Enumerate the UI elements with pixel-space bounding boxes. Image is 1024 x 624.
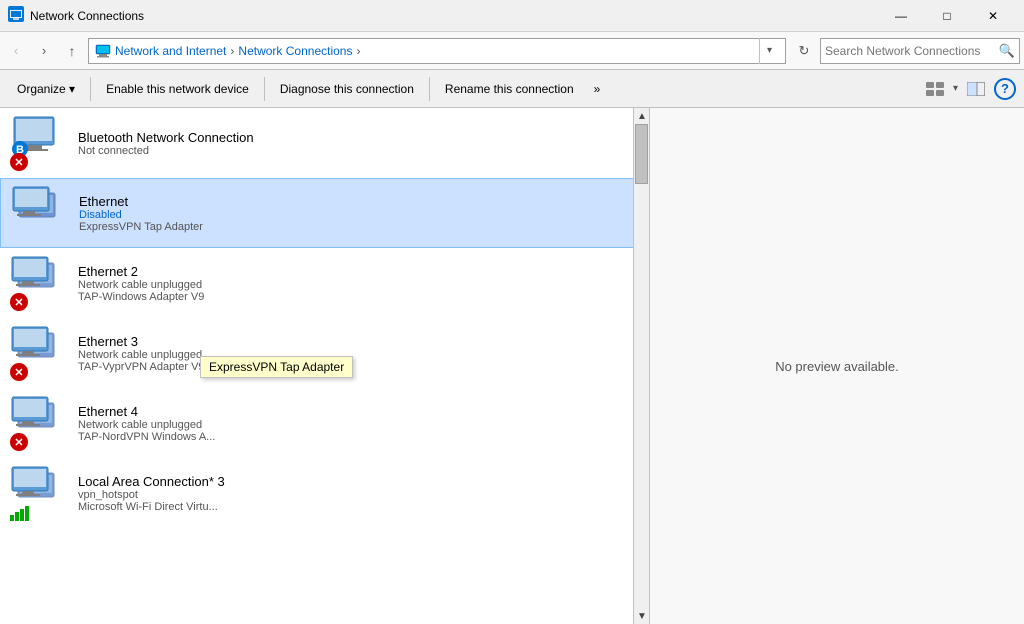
connection-info-ethernet2: Ethernet 2 Network cable unplugged TAP-W… xyxy=(78,264,639,303)
scroll-down-button[interactable]: ▼ xyxy=(634,608,650,624)
toolbar-separator-1 xyxy=(90,77,91,101)
breadcrumb-network-connections[interactable]: Network Connections xyxy=(238,44,352,58)
view-options-button[interactable] xyxy=(921,75,949,103)
help-button[interactable]: ? xyxy=(994,78,1016,100)
connection-name-ethernet2: Ethernet 2 xyxy=(78,264,639,279)
breadcrumb-dropdown[interactable]: ▾ xyxy=(759,38,779,64)
main-content: B ✕ Bluetooth Network Connection Not con… xyxy=(0,108,1024,624)
back-button[interactable]: ‹ xyxy=(4,39,28,63)
title-bar: Network Connections — □ ✕ xyxy=(0,0,1024,32)
breadcrumb-icon xyxy=(95,43,111,59)
tooltip: ExpressVPN Tap Adapter xyxy=(200,356,353,378)
ethernet3-icon-container: ✕ xyxy=(10,325,66,381)
scrollbar: ▲ ▼ xyxy=(633,108,649,624)
scroll-thumb[interactable] xyxy=(635,124,648,184)
window-title: Network Connections xyxy=(30,9,878,23)
error-badge: ✕ xyxy=(10,153,28,171)
connection-status-local-area: vpn_hotspot xyxy=(78,489,639,501)
connection-status-ethernet3: Network cable unplugged xyxy=(78,349,639,361)
bluetooth-computer-icon: B xyxy=(10,115,58,155)
connection-status-ethernet2: Network cable unplugged xyxy=(78,279,639,291)
breadcrumb-network-internet[interactable]: Network and Internet xyxy=(115,44,226,58)
error-badge-2: ✕ xyxy=(10,293,28,311)
forward-button[interactable]: › xyxy=(32,39,56,63)
diagnose-connection-button[interactable]: Diagnose this connection xyxy=(271,75,423,103)
connection-status-ethernet4: Network cable unplugged xyxy=(78,419,639,431)
connection-item-bluetooth[interactable]: B ✕ Bluetooth Network Connection Not con… xyxy=(0,108,649,178)
minimize-button[interactable]: — xyxy=(878,0,924,32)
ethernet2-icon-container: ✕ xyxy=(10,255,66,311)
connection-item-ethernet2[interactable]: ✕ Ethernet 2 Network cable unplugged TAP… xyxy=(0,248,649,318)
window-icon xyxy=(8,6,24,25)
connection-adapter-ethernet2: TAP-Windows Adapter V9 xyxy=(78,291,639,303)
toolbar-separator-2 xyxy=(264,77,265,101)
view-arrow: ▾ xyxy=(953,83,958,94)
ethernet-computer-icon xyxy=(11,185,63,229)
search-box: 🔍 xyxy=(820,38,1020,64)
up-button[interactable]: ↑ xyxy=(60,39,84,63)
error-badge-3: ✕ xyxy=(10,363,28,381)
bluetooth-icon-container: B ✕ xyxy=(10,115,66,171)
connection-adapter-ethernet: ExpressVPN Tap Adapter xyxy=(79,221,638,233)
search-input[interactable] xyxy=(825,44,999,58)
connection-item-local-area[interactable]: Local Area Connection* 3 vpn_hotspot Mic… xyxy=(0,458,649,528)
breadcrumb-sep-1: › xyxy=(230,44,234,58)
ethernet4-icon-container: ✕ xyxy=(10,395,66,451)
maximize-button[interactable]: □ xyxy=(924,0,970,32)
error-badge-4: ✕ xyxy=(10,433,28,451)
connection-name-local-area: Local Area Connection* 3 xyxy=(78,474,639,489)
scroll-track xyxy=(634,124,649,608)
connection-status-ethernet: Disabled xyxy=(79,209,638,221)
connection-status-bluetooth: Not connected xyxy=(78,145,639,157)
right-panel: No preview available. xyxy=(650,108,1024,624)
connection-adapter-local-area: Microsoft Wi-Fi Direct Virtu... xyxy=(78,501,639,513)
toolbar-right: ▾ ? xyxy=(921,75,1016,103)
connection-name-bluetooth: Bluetooth Network Connection xyxy=(78,130,639,145)
connection-adapter-ethernet3: TAP-VyprVPN Adapter V9 xyxy=(78,361,639,373)
connection-item-ethernet[interactable]: Ethernet Disabled ExpressVPN Tap Adapter xyxy=(0,178,649,248)
tooltip-text: ExpressVPN Tap Adapter xyxy=(209,360,344,374)
toolbar: Organize ▾ Enable this network device Di… xyxy=(0,70,1024,108)
connection-name-ethernet3: Ethernet 3 xyxy=(78,334,639,349)
connection-info-ethernet4: Ethernet 4 Network cable unplugged TAP-N… xyxy=(78,404,639,443)
search-icon[interactable]: 🔍 xyxy=(999,43,1015,59)
connection-info-ethernet: Ethernet Disabled ExpressVPN Tap Adapter xyxy=(79,194,638,233)
connection-adapter-ethernet4: TAP-NordVPN Windows A... xyxy=(78,431,639,443)
close-button[interactable]: ✕ xyxy=(970,0,1016,32)
connections-panel: B ✕ Bluetooth Network Connection Not con… xyxy=(0,108,650,624)
toolbar-separator-3 xyxy=(429,77,430,101)
organize-button[interactable]: Organize ▾ xyxy=(8,75,84,103)
scroll-up-button[interactable]: ▲ xyxy=(634,108,650,124)
no-preview-text: No preview available. xyxy=(775,359,899,374)
layout-button[interactable] xyxy=(962,75,990,103)
more-options-button[interactable]: » xyxy=(585,75,610,103)
connection-name-ethernet: Ethernet xyxy=(79,194,638,209)
breadcrumb-bar: Network and Internet › Network Connectio… xyxy=(88,38,786,64)
breadcrumb-sep-2: › xyxy=(356,44,360,58)
enable-network-device-button[interactable]: Enable this network device xyxy=(97,75,258,103)
connection-info-local-area: Local Area Connection* 3 vpn_hotspot Mic… xyxy=(78,474,639,513)
rename-connection-button[interactable]: Rename this connection xyxy=(436,75,583,103)
connection-name-ethernet4: Ethernet 4 xyxy=(78,404,639,419)
connection-info-ethernet3: Ethernet 3 Network cable unplugged TAP-V… xyxy=(78,334,639,373)
connection-info-bluetooth: Bluetooth Network Connection Not connect… xyxy=(78,130,639,157)
connection-item-ethernet4[interactable]: ✕ Ethernet 4 Network cable unplugged TAP… xyxy=(0,388,649,458)
address-bar: ‹ › ↑ Network and Internet › Network Con… xyxy=(0,32,1024,70)
window-controls: — □ ✕ xyxy=(878,0,1016,32)
ethernet-icon-container xyxy=(11,185,67,241)
wifi-signal-icon xyxy=(10,506,29,521)
local-area-icon-container xyxy=(10,465,66,521)
wifi-computer-icon xyxy=(10,465,62,509)
refresh-button[interactable]: ↻ xyxy=(792,39,816,63)
